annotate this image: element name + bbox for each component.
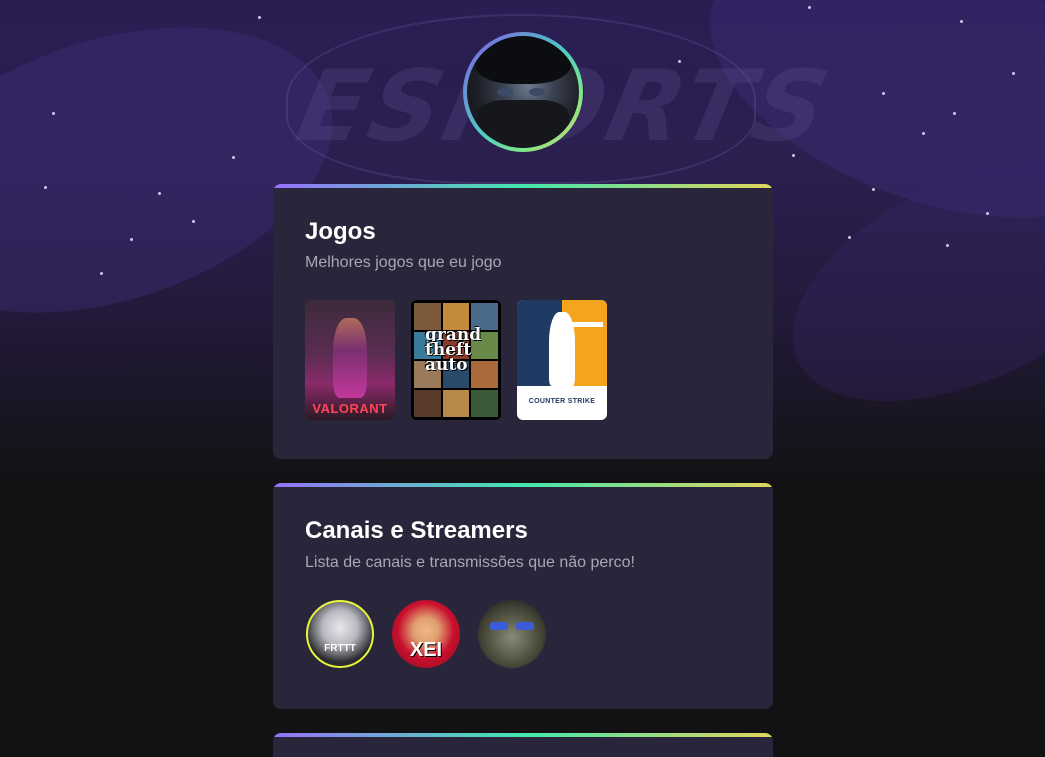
channels-card-subtitle: Lista de canais e transmissões que não p… — [305, 554, 635, 571]
channel-avatar-frttt[interactable]: FRTTT — [306, 600, 374, 668]
channel-avatar-cat[interactable] — [478, 600, 546, 668]
avatar-eye — [497, 88, 513, 96]
channel-label: FRTTT — [324, 643, 356, 654]
game-valorant[interactable]: VALORANT — [305, 300, 395, 420]
avatar-eye — [529, 88, 545, 96]
games-card-title: Jogos — [305, 218, 376, 245]
star — [192, 220, 195, 223]
game-gta-v[interactable]: grand theft auto — [411, 300, 501, 420]
star — [882, 92, 885, 95]
avatar-hair — [475, 36, 571, 84]
star — [872, 188, 875, 191]
channels-card: Canais e Streamers Lista de canais e tra… — [273, 483, 773, 709]
games-card: Jogos Melhores jogos que eu jogo VALORAN… — [273, 184, 773, 459]
game-label: grand theft auto — [425, 325, 482, 375]
star — [1012, 72, 1015, 75]
third-card — [273, 733, 773, 757]
valorant-agent-icon — [333, 318, 367, 398]
star — [44, 186, 47, 189]
star — [848, 236, 851, 239]
avatar-mask — [477, 100, 569, 148]
channels-card-title: Canais e Streamers — [305, 517, 528, 544]
game-label: VALORANT — [312, 401, 388, 416]
channel-avatar-xei[interactable]: XEI — [392, 600, 460, 668]
star — [100, 272, 103, 275]
star — [130, 238, 133, 241]
star — [52, 112, 55, 115]
star — [792, 154, 795, 157]
star — [986, 212, 989, 215]
star — [232, 156, 235, 159]
channel-label: XEI — [409, 639, 443, 661]
star — [158, 192, 161, 195]
games-card-subtitle: Melhores jogos que eu jogo — [305, 254, 502, 271]
game-label: COUNTER STRIKE — [528, 398, 596, 405]
star — [946, 244, 949, 247]
star — [258, 16, 261, 19]
game-counter-strike[interactable]: COUNTER STRIKE — [517, 300, 607, 420]
cat-eye-icon — [490, 622, 508, 630]
star — [678, 60, 681, 63]
cat-eye-icon — [516, 622, 534, 630]
cs-rifle-icon — [557, 322, 603, 327]
star — [953, 112, 956, 115]
star — [808, 6, 811, 9]
star — [960, 20, 963, 23]
profile-avatar-icon — [467, 36, 579, 148]
star — [922, 132, 925, 135]
profile-avatar-ring — [463, 32, 583, 152]
